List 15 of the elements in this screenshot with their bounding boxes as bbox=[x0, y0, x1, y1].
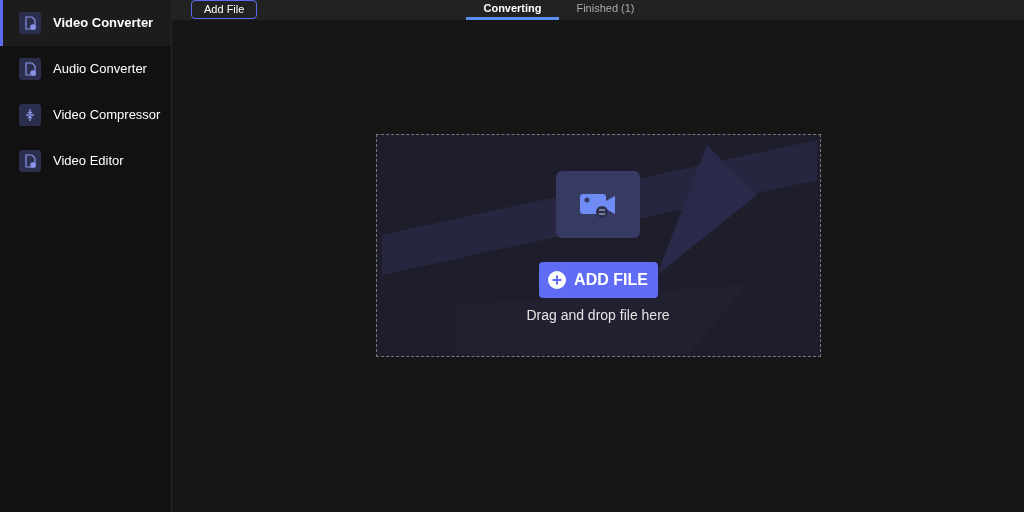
video-file-icon bbox=[19, 12, 41, 34]
sidebar-item[interactable]: Video Converter bbox=[0, 0, 171, 46]
sidebar-item[interactable]: Video Compressor bbox=[0, 92, 171, 138]
drop-hint: Drag and drop file here bbox=[526, 306, 670, 325]
folder-video-icon bbox=[556, 171, 640, 238]
audio-file-icon bbox=[19, 58, 41, 80]
tab[interactable]: Converting bbox=[466, 0, 559, 20]
add-file-button[interactable]: ADD FILE bbox=[538, 262, 658, 298]
add-file-button[interactable]: Add File bbox=[191, 0, 258, 19]
compress-icon bbox=[19, 104, 41, 126]
plus-icon bbox=[548, 271, 567, 289]
sidebar-item[interactable]: Audio Converter bbox=[0, 46, 171, 92]
drop-zone[interactable]: ADD FILE Drag and drop file here bbox=[375, 134, 821, 357]
sidebar-item[interactable]: Video Editor bbox=[0, 138, 171, 184]
tab[interactable]: Finished (1) bbox=[559, 0, 652, 20]
